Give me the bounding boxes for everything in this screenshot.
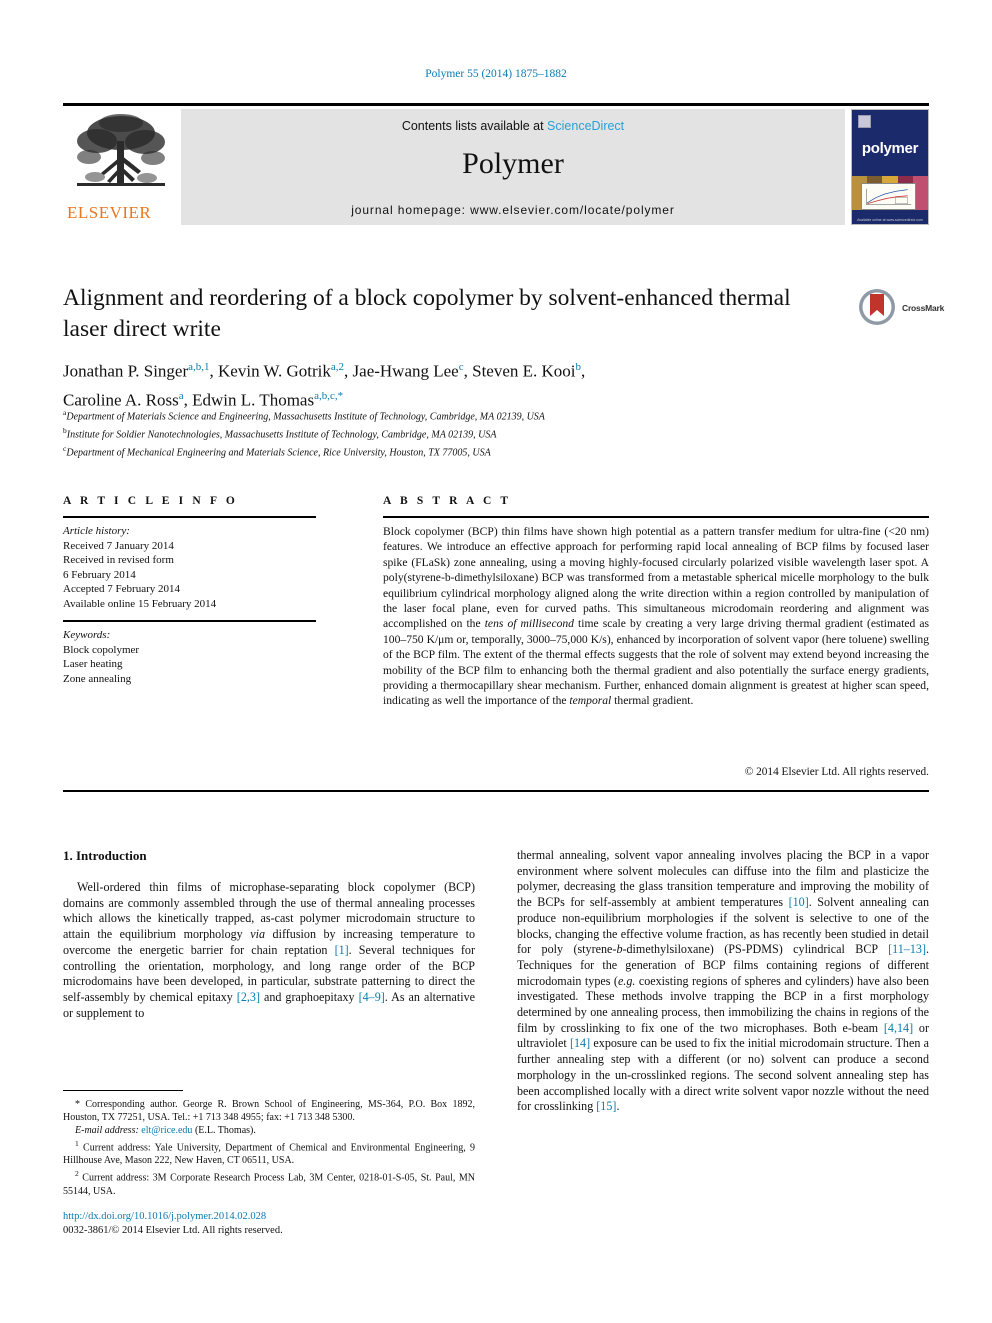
footnote-note-1: 1 Current address: Yale University, Depa… bbox=[63, 1137, 475, 1167]
crossmark-badge[interactable]: CrossMark bbox=[858, 286, 944, 334]
article-history-0: Received 7 January 2014 bbox=[63, 539, 174, 552]
affiliation-text-a: Department of Materials Science and Engi… bbox=[66, 411, 545, 423]
page-title: Alignment and reordering of a block copo… bbox=[63, 285, 791, 342]
banner-top-rule bbox=[63, 103, 929, 106]
citation-4-14[interactable]: [4,14] bbox=[884, 1021, 913, 1035]
author-name-0: Jonathan P. Singer bbox=[63, 361, 189, 381]
abstract-top-rule bbox=[383, 516, 929, 518]
abstract-part-1: Block copolymer (BCP) thin films have sh… bbox=[383, 525, 929, 631]
email-label: E-mail address: bbox=[75, 1125, 139, 1136]
journal-cover-thumbnail: polymer Available online at www.scienced… bbox=[851, 109, 929, 225]
article-info-heading: A R T I C L E I N F O bbox=[63, 495, 238, 507]
cover-logo-box bbox=[858, 115, 871, 128]
rcol-italic-2: e.g. bbox=[617, 973, 636, 988]
citation-2-3[interactable]: [2,3] bbox=[237, 990, 260, 1004]
email-link[interactable]: elt@rice.edu bbox=[141, 1125, 192, 1136]
footnote-corresponding-text: Corresponding author. George R. Brown Sc… bbox=[63, 1099, 475, 1123]
article-history-3: Accepted 7 February 2014 bbox=[63, 583, 180, 595]
cover-title-text: polymer bbox=[861, 140, 919, 157]
journal-title: Polymer bbox=[462, 147, 564, 180]
abstract-italic-2: temporal bbox=[569, 694, 612, 708]
issn-copyright-line: 0032-3861/© 2014 Elsevier Ltd. All right… bbox=[63, 1225, 283, 1236]
journal-banner: ELSEVIER Contents lists available at Sci… bbox=[63, 103, 929, 225]
abstract-bottom-rule bbox=[63, 790, 929, 792]
article-info-top-rule bbox=[63, 516, 316, 518]
contents-lists-line: Contents lists available at ScienceDirec… bbox=[181, 119, 845, 133]
sciencedirect-link[interactable]: ScienceDirect bbox=[547, 119, 624, 133]
footnote-rule bbox=[63, 1090, 183, 1091]
elsevier-wordmark: ELSEVIER bbox=[67, 203, 152, 222]
article-history-2: 6 February 2014 bbox=[63, 568, 136, 581]
author-name-3: Steven E. Kooi bbox=[472, 361, 576, 381]
cover-inset-plot-icon bbox=[862, 186, 915, 208]
banner-center: Contents lists available at ScienceDirec… bbox=[181, 109, 845, 225]
keywords-label: Keywords: bbox=[63, 629, 111, 641]
footnote-block: * Corresponding author. George R. Brown … bbox=[63, 1098, 475, 1198]
body-left-column: Well-ordered thin films of microphase-se… bbox=[63, 880, 475, 1021]
abstract-text: Block copolymer (BCP) thin films have sh… bbox=[383, 524, 929, 709]
elsevier-tree-icon bbox=[77, 114, 165, 186]
citation-11-13[interactable]: [11–13] bbox=[888, 942, 926, 956]
author-marks-3: b bbox=[575, 361, 582, 373]
cover-inset-figure bbox=[861, 182, 916, 211]
intro-italic-1: via bbox=[250, 927, 266, 942]
body-right-column: thermal annealing, solvent vapor anneali… bbox=[517, 848, 929, 1115]
citation-1[interactable]: [1] bbox=[335, 943, 349, 957]
intro-paragraph: Well-ordered thin films of microphase-se… bbox=[63, 880, 475, 1021]
citation-14[interactable]: [14] bbox=[570, 1036, 590, 1050]
crossmark-icon bbox=[859, 289, 895, 325]
author-marks-5: a,b,c,* bbox=[314, 389, 344, 402]
keyword-0: Block copolymer bbox=[63, 643, 140, 656]
article-history-1: Received in revised form bbox=[63, 554, 174, 566]
affiliation-list: aDepartment of Materials Science and Eng… bbox=[63, 406, 853, 459]
abstract-copyright: © 2014 Elsevier Ltd. All rights reserved… bbox=[744, 766, 929, 778]
contents-prefix: Contents lists available at bbox=[401, 119, 548, 133]
abstract-italic-1: tens of millisecond bbox=[484, 617, 574, 631]
author-name-1: Kevin W. Gotrik bbox=[218, 361, 331, 381]
journal-article-page: Polymer 55 (2014) 1875–1882 ELSEVIER Con… bbox=[0, 0, 992, 1323]
keywords-block: Keywords: Block copolymer Laser heating … bbox=[63, 628, 323, 686]
intro-continuation-paragraph: thermal annealing, solvent vapor anneali… bbox=[517, 848, 929, 1115]
footnote-note-2: 2 Current address: 3M Corporate Research… bbox=[63, 1167, 475, 1197]
abstract-part-3: thermal gradient. bbox=[611, 694, 694, 708]
affiliation-row-b: bInstitute for Soldier Nanotechnologies,… bbox=[63, 424, 853, 442]
affiliation-row-c: cDepartment of Mechanical Engineering an… bbox=[63, 442, 853, 460]
article-history-label: Article history: bbox=[63, 525, 130, 537]
footnote-email-line: E-mail address: elt@rice.edu (E.L. Thoma… bbox=[63, 1124, 475, 1137]
abstract-heading: A B S T R A C T bbox=[383, 495, 512, 507]
citation-4-9[interactable]: [4–9] bbox=[359, 990, 385, 1004]
crossmark-label: CrossMark bbox=[902, 303, 945, 313]
author-marks-1: a,2 bbox=[330, 361, 345, 373]
keyword-1: Laser heating bbox=[63, 658, 123, 670]
author-list: Jonathan P. Singera,b,1, Kevin W. Gotrik… bbox=[63, 361, 586, 410]
footnote-corresponding: * Corresponding author. George R. Brown … bbox=[63, 1098, 475, 1124]
citation-15[interactable]: [15] bbox=[596, 1099, 616, 1113]
citation-10[interactable]: [10] bbox=[789, 895, 809, 909]
affiliation-row-a: aDepartment of Materials Science and Eng… bbox=[63, 406, 853, 424]
footer-doi-block: http://dx.doi.org/10.1016/j.polymer.2014… bbox=[63, 1210, 475, 1238]
affiliation-text-c: Department of Mechanical Engineering and… bbox=[66, 446, 491, 458]
author-marks-4: a bbox=[178, 389, 184, 402]
article-info-mid-rule bbox=[63, 620, 316, 622]
author-name-2: Jae-Hwang Lee bbox=[352, 361, 459, 381]
rcol-part-8: . bbox=[616, 1099, 620, 1114]
affiliation-text-b: Institute for Soldier Nanotechnologies, … bbox=[66, 429, 497, 441]
elsevier-logo: ELSEVIER bbox=[63, 109, 181, 225]
cover-footer-text: Available online at www.sciencedirect.co… bbox=[857, 218, 923, 222]
author-marks-2: c bbox=[458, 361, 464, 373]
article-history-block: Article history: Received 7 January 2014… bbox=[63, 524, 323, 611]
journal-homepage-line[interactable]: journal homepage: www.elsevier.com/locat… bbox=[181, 203, 845, 217]
intro-part-4: and graphoepitaxy bbox=[259, 989, 359, 1004]
section-title-introduction: 1. Introduction bbox=[63, 848, 147, 863]
keyword-2: Zone annealing bbox=[63, 672, 132, 685]
rcol-part-3: -dimethylsiloxane) (PS-PDMS) cylindrical… bbox=[622, 942, 889, 957]
footnote-note-2-text: Current address: 3M Corporate Research P… bbox=[63, 1172, 475, 1197]
author-marks-0: a,b,1 bbox=[188, 361, 210, 373]
footnote-note-1-text: Current address: Yale University, Depart… bbox=[63, 1142, 475, 1167]
email-person: (E.L. Thomas). bbox=[192, 1125, 256, 1136]
running-head: Polymer 55 (2014) 1875–1882 bbox=[425, 68, 567, 80]
article-history-4: Available online 15 February 2014 bbox=[63, 597, 217, 610]
doi-link[interactable]: http://dx.doi.org/10.1016/j.polymer.2014… bbox=[63, 1210, 475, 1224]
